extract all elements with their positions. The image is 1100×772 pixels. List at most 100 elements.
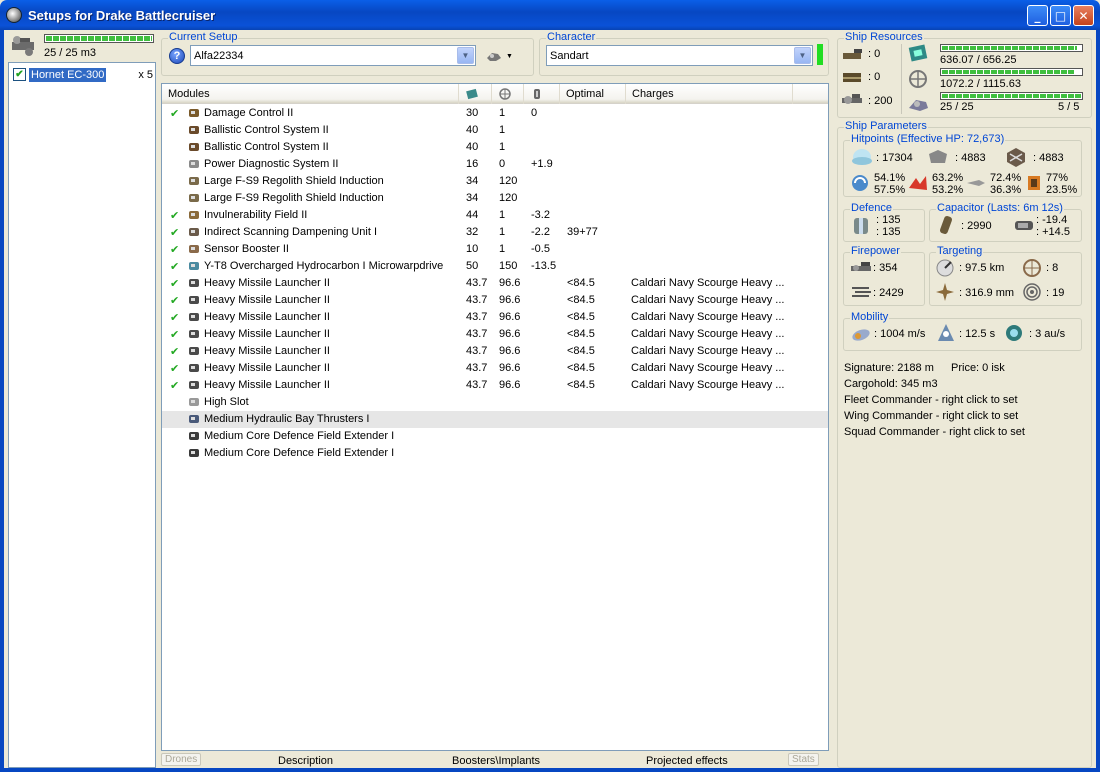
calibration-icon	[842, 94, 862, 104]
defence-armor-repair: : 135	[876, 226, 901, 238]
setup-select[interactable]: Alfa22334 ▼	[190, 45, 476, 66]
ship-parameters-label: Ship Parameters	[844, 120, 928, 132]
table-row[interactable]: ✔ Damage Control II 30 1 0	[162, 105, 828, 122]
max-targets: : 8	[1046, 262, 1059, 274]
tab-stats[interactable]: Stats	[788, 753, 819, 766]
module-powergrid: 96.6	[499, 379, 521, 391]
column-capacitor[interactable]	[524, 84, 560, 104]
module-name: Heavy Missile Launcher II	[204, 277, 330, 289]
table-row[interactable]: Ballistic Control System II 40 1	[162, 122, 828, 139]
column-optimal[interactable]: Optimal	[560, 84, 626, 104]
table-row[interactable]: High Slot	[162, 394, 828, 411]
drone-checkbox[interactable]: ✔	[13, 68, 26, 81]
list-item[interactable]: ✔ Hornet EC-300 x 5	[13, 67, 153, 82]
tab-drones[interactable]: Drones	[161, 753, 202, 766]
tab-projected-effects[interactable]: Projected effects	[646, 755, 728, 767]
module-cpu: 43.7	[466, 345, 488, 357]
module-icon	[189, 126, 199, 134]
mobility-label: Mobility	[850, 311, 890, 323]
table-row[interactable]: ✔ Y-T8 Overcharged Hydrocarbon I Microwar…	[162, 258, 828, 275]
module-capacitor: +1.9	[531, 158, 553, 170]
capacitor-icon	[534, 89, 540, 99]
module-name: Y-T8 Overcharged Hydrocarbon I Microwarp…	[204, 260, 444, 272]
shield-hp: : 17304	[876, 152, 913, 164]
module-capacitor: -2.2	[531, 226, 550, 238]
wing-commander[interactable]: Wing Commander - right click to set	[844, 410, 1018, 422]
status-check-icon: ✔	[170, 294, 180, 307]
table-row[interactable]: Medium Hydraulic Bay Thrusters I	[162, 411, 828, 428]
column-charges[interactable]: Charges	[626, 84, 793, 104]
table-row[interactable]: ✔ Heavy Missile Launcher II 43.7 96.6 <84.5 C…	[162, 292, 828, 309]
module-icon	[189, 143, 199, 151]
character-select[interactable]: Sandart ▼	[546, 45, 813, 66]
title-bar[interactable]: Setups for Drake Battlecruiser _ □ ✕	[0, 0, 1100, 30]
module-cpu: 43.7	[466, 277, 488, 289]
fleet-commander[interactable]: Fleet Commander - right click to set	[844, 394, 1018, 406]
chevron-down-icon[interactable]: ▼	[457, 47, 474, 64]
armor-hp-icon	[929, 150, 947, 163]
drones-active: 5 / 5	[1058, 101, 1080, 113]
table-row[interactable]: Large F-S9 Regolith Shield Induction 34 12…	[162, 173, 828, 190]
column-modules[interactable]: Modules	[162, 84, 459, 104]
status-check-icon: ✔	[170, 345, 180, 358]
table-row[interactable]: ✔ Sensor Booster II 10 1 -0.5	[162, 241, 828, 258]
module-cpu: 16	[466, 158, 479, 170]
module-optimal: <84.5	[567, 311, 595, 323]
em-resist-armor: 57.5%	[874, 184, 906, 196]
module-charges: Caldari Navy Scourge Heavy ...	[631, 277, 785, 289]
module-charges: Caldari Navy Scourge Heavy ...	[631, 379, 785, 391]
modules-table[interactable]: Modules Optimal Charges ✔ Damage Control …	[161, 83, 829, 751]
table-row[interactable]: Medium Core Defence Field Extender I	[162, 445, 828, 462]
column-cpu[interactable]	[459, 84, 492, 104]
capacitor-label: Capacitor (Lasts: 6m 12s)	[936, 202, 1064, 214]
drone-list[interactable]: ✔ Hornet EC-300 x 5	[8, 62, 156, 768]
module-icon	[189, 347, 199, 355]
minimize-button[interactable]: _	[1027, 5, 1048, 26]
module-powergrid: 96.6	[499, 294, 521, 306]
module-cpu: 34	[466, 175, 479, 187]
table-row[interactable]: Power Diagnostic System II 16 0 +1.9	[162, 156, 828, 173]
module-cpu: 40	[466, 124, 479, 136]
module-icon	[189, 262, 199, 270]
module-icon	[189, 381, 199, 389]
module-icon	[189, 449, 199, 457]
column-powergrid[interactable]	[492, 84, 524, 104]
drone-count: x 5	[138, 68, 153, 81]
table-row[interactable]: ✔ Indirect Scanning Dampening Unit I 32 1 -2…	[162, 224, 828, 241]
max-velocity: : 1004 m/s	[874, 328, 926, 340]
close-button[interactable]: ✕	[1073, 5, 1094, 26]
table-row[interactable]: Large F-S9 Regolith Shield Induction 34 12…	[162, 190, 828, 207]
explosive-resist-icon	[1028, 176, 1040, 190]
module-name: Medium Core Defence Field Extender I	[204, 447, 395, 459]
module-icon	[189, 211, 199, 219]
table-row[interactable]: Ballistic Control System II 40 1	[162, 139, 828, 156]
table-row[interactable]: ✔ Heavy Missile Launcher II 43.7 96.6 <84.5 C…	[162, 360, 828, 377]
module-name: Medium Hydraulic Bay Thrusters I	[204, 413, 370, 425]
setup-menu-button[interactable]: ▼	[486, 47, 518, 65]
table-row[interactable]: ✔ Heavy Missile Launcher II 43.7 96.6 <84.5 C…	[162, 343, 828, 360]
help-icon[interactable]: ?	[169, 48, 185, 64]
table-row[interactable]: ✔ Invulnerability Field II 44 1 -3.2	[162, 207, 828, 224]
squad-commander[interactable]: Squad Commander - right click to set	[844, 426, 1025, 438]
table-row[interactable]: Medium Core Defence Field Extender I	[162, 428, 828, 445]
table-row[interactable]: ✔ Heavy Missile Launcher II 43.7 96.6 <84.5 C…	[162, 377, 828, 394]
chevron-down-icon[interactable]: ▼	[794, 47, 811, 64]
tab-description[interactable]: Description	[278, 755, 333, 767]
status-check-icon: ✔	[170, 209, 180, 222]
capacitor-recharge-icon	[1015, 221, 1033, 230]
tab-boosters-implants[interactable]: Boosters\Implants	[452, 755, 540, 767]
module-charges: Caldari Navy Scourge Heavy ...	[631, 345, 785, 357]
table-row[interactable]: ✔ Heavy Missile Launcher II 43.7 96.6 <84.5 C…	[162, 326, 828, 343]
defence-icon	[854, 218, 868, 234]
cpu-usage: 636.07 / 656.25	[940, 54, 1017, 66]
window-title: Setups for Drake Battlecruiser	[28, 7, 216, 23]
table-row[interactable]: ✔ Heavy Missile Launcher II 43.7 96.6 <84.5 C…	[162, 309, 828, 326]
table-row[interactable]: ✔ Heavy Missile Launcher II 43.7 96.6 <84.5 C…	[162, 275, 828, 292]
maximize-button[interactable]: □	[1050, 5, 1071, 26]
capacitor-icon	[940, 216, 952, 234]
calibration-value: : 200	[868, 95, 893, 107]
module-name: Ballistic Control System II	[204, 124, 329, 136]
module-optimal: <84.5	[567, 362, 595, 374]
module-icon	[189, 279, 199, 287]
module-icon	[189, 296, 199, 304]
